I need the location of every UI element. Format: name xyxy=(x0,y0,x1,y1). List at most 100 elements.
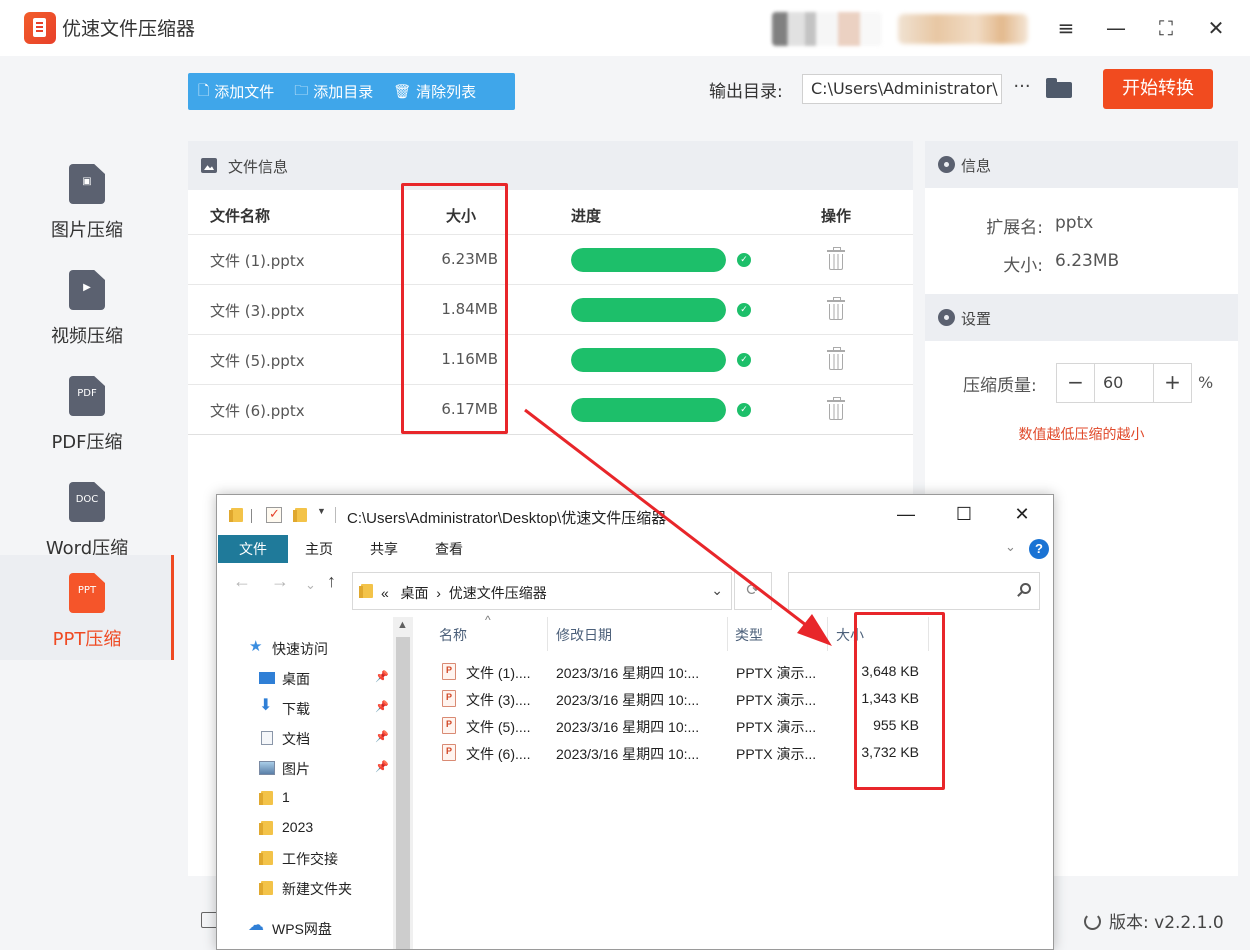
file-date: 2023/3/16 星期四 10:... xyxy=(556,665,700,681)
list-item[interactable]: 文件 (6).... 2023/3/16 星期四 10:... PPTX 演示.… xyxy=(439,740,1039,766)
list-item[interactable]: 文件 (1).... 2023/3/16 星期四 10:... PPTX 演示.… xyxy=(439,659,1039,685)
version-info[interactable]: 版本: v2.2.1.0 xyxy=(1084,908,1224,933)
file-type: PPTX 演示... xyxy=(736,719,817,735)
column-header-type[interactable]: 类型 xyxy=(735,623,763,653)
table-row[interactable]: 文件 (6).pptx 6.17MB ✓ xyxy=(188,384,913,434)
scroll-up-icon[interactable]: ▲ xyxy=(397,619,408,631)
tree-item-folder-handover[interactable]: 工作交接 xyxy=(217,843,393,873)
delete-icon[interactable] xyxy=(825,247,847,272)
user-name-blurred[interactable] xyxy=(898,14,1028,44)
app-logo-icon xyxy=(24,12,56,44)
tree-item-folder-new[interactable]: 新建文件夹 xyxy=(217,873,393,903)
refresh-icon[interactable]: ⟳ xyxy=(734,572,772,610)
maximize-button[interactable]: ⛶ xyxy=(1152,14,1180,42)
tree-item-downloads[interactable]: ⬇ 下载 📌 xyxy=(217,693,393,723)
tab-view[interactable]: 查看 xyxy=(427,535,471,563)
explorer-maximize-button[interactable]: ☐ xyxy=(951,503,977,527)
delete-icon[interactable] xyxy=(825,297,847,322)
tree-item-quick-access[interactable]: ★ 快速访问 xyxy=(217,633,393,663)
address-bar[interactable]: « 桌面 › 优速文件压缩器 ⌄ xyxy=(352,572,732,610)
column-header-name[interactable]: 名称 xyxy=(439,623,467,653)
increase-button[interactable]: + xyxy=(1154,364,1191,402)
minimize-button[interactable]: — xyxy=(1102,14,1130,42)
list-item[interactable]: 文件 (5).... 2023/3/16 星期四 10:... PPTX 演示.… xyxy=(439,713,1039,739)
table-divider xyxy=(188,434,913,435)
star-icon: ★ xyxy=(249,638,263,655)
tree-item-documents[interactable]: 文档 📌 xyxy=(217,723,393,753)
sidebar-item-image[interactable]: ▣ 图片压缩 xyxy=(0,146,174,251)
quality-input[interactable]: 60 xyxy=(1094,364,1154,402)
version-text: 版本: v2.2.1.0 xyxy=(1109,913,1224,933)
more-options-button[interactable]: ··· xyxy=(1010,74,1034,104)
sidebar-item-video[interactable]: ▶ 视频压缩 xyxy=(0,252,174,357)
add-file-button[interactable]: 🗋 添加文件 xyxy=(188,73,284,110)
tab-home[interactable]: 主页 xyxy=(297,535,341,563)
side-glyph: PDF xyxy=(77,388,97,399)
titlebar-separator xyxy=(335,507,336,523)
tree-item-desktop[interactable]: 桌面 📌 xyxy=(217,663,393,693)
breadcrumb-current[interactable]: 优速文件压缩器 xyxy=(449,585,547,601)
file-name: 文件 (5).pptx xyxy=(210,352,305,370)
ribbon-expand-icon[interactable]: ⌄ xyxy=(1005,539,1016,555)
add-directory-button[interactable]: 🗀 添加目录 xyxy=(284,73,383,110)
tab-file[interactable]: 文件 xyxy=(218,535,288,563)
folder-icon xyxy=(259,821,273,835)
column-divider[interactable] xyxy=(727,617,728,651)
breadcrumb-desktop[interactable]: 桌面 xyxy=(400,585,428,601)
menu-icon[interactable]: ≡ xyxy=(1052,14,1080,42)
explorer-path-title: C:\Users\Administrator\Desktop\优速文件压缩器 xyxy=(347,510,667,527)
sidebar-item-label: 图片压缩 xyxy=(51,220,123,241)
tab-share[interactable]: 共享 xyxy=(362,535,406,563)
size-key: 大小: xyxy=(1003,256,1043,276)
titlebar-separator xyxy=(251,509,252,523)
open-folder-icon[interactable] xyxy=(1046,78,1072,98)
list-item[interactable]: 文件 (3).... 2023/3/16 星期四 10:... PPTX 演示.… xyxy=(439,686,1039,712)
address-dropdown-icon[interactable]: ⌄ xyxy=(711,582,723,599)
progress-fill xyxy=(571,248,726,272)
search-input[interactable] xyxy=(788,572,1040,610)
table-row[interactable]: 文件 (5).pptx 1.16MB ✓ xyxy=(188,334,913,384)
scrollbar-thumb[interactable] xyxy=(396,637,410,949)
up-arrow-icon[interactable]: ↑ xyxy=(327,571,336,592)
table-row[interactable]: 文件 (3).pptx 1.84MB ✓ xyxy=(188,284,913,334)
close-button[interactable]: ✕ xyxy=(1202,14,1230,42)
table-row[interactable]: 文件 (1).pptx 6.23MB ✓ xyxy=(188,234,913,284)
quick-access-dropdown-icon[interactable]: ▼ xyxy=(317,506,326,516)
image-icon xyxy=(201,158,217,173)
tree-item-folder-1[interactable]: 1 xyxy=(217,783,393,813)
help-icon[interactable]: ? xyxy=(1029,539,1049,559)
decrease-button[interactable]: − xyxy=(1057,364,1094,402)
sidebar-item-ppt[interactable]: PPT PPT压缩 xyxy=(0,555,174,660)
explorer-close-button[interactable]: ✕ xyxy=(1009,503,1035,527)
pin-icon[interactable]: 📌 xyxy=(375,700,389,713)
quality-label: 压缩质量: xyxy=(963,376,1037,396)
sidebar-item-word[interactable]: DOC Word压缩 xyxy=(0,464,174,569)
tree-item-wps-cloud[interactable]: ☁ WPS网盘 xyxy=(217,913,393,943)
avatar[interactable] xyxy=(772,12,882,46)
output-dir-field[interactable]: C:\Users\Administrator\ xyxy=(802,74,1002,104)
sidebar-item-pdf[interactable]: PDF PDF压缩 xyxy=(0,358,174,463)
done-check-icon: ✓ xyxy=(737,353,751,367)
column-divider[interactable] xyxy=(547,617,548,651)
forward-arrow-icon[interactable]: → xyxy=(271,571,289,592)
navigation-scrollbar[interactable]: ▲ xyxy=(393,617,413,949)
pin-icon[interactable]: 📌 xyxy=(375,670,389,683)
explorer-minimize-button[interactable]: — xyxy=(893,503,919,527)
title-bar: 优速文件压缩器 ≡ — ⛶ ✕ xyxy=(0,0,1250,56)
start-convert-button[interactable]: 开始转换 xyxy=(1103,69,1213,109)
clear-list-button[interactable]: 🗑 清除列表 xyxy=(383,73,486,110)
tree-item-folder-2023[interactable]: 2023 xyxy=(217,813,393,843)
properties-icon[interactable] xyxy=(266,506,282,523)
pin-icon[interactable]: 📌 xyxy=(375,760,389,773)
delete-icon[interactable] xyxy=(825,397,847,422)
column-divider[interactable] xyxy=(827,617,828,651)
extension-value: pptx xyxy=(1055,213,1094,233)
delete-icon[interactable] xyxy=(825,347,847,372)
new-folder-icon[interactable] xyxy=(293,508,307,522)
back-arrow-icon[interactable]: ← xyxy=(233,571,251,592)
tree-item-pictures[interactable]: 图片 📌 xyxy=(217,753,393,783)
recent-locations-icon[interactable]: ⌄ xyxy=(305,577,316,593)
column-header-date[interactable]: 修改日期 xyxy=(556,623,612,653)
breadcrumb-overflow[interactable]: « xyxy=(381,585,389,601)
pin-icon[interactable]: 📌 xyxy=(375,730,389,743)
